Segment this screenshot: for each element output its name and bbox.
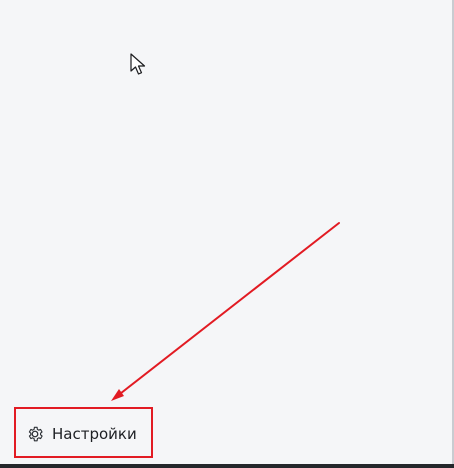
gear-icon: [28, 426, 43, 442]
bottom-bar: [0, 464, 454, 468]
settings-label: Настройки: [52, 425, 137, 443]
desktop-screen: Настройки: [0, 0, 454, 468]
arrow-icon: [115, 222, 340, 398]
annotation-overlay: [111, 222, 340, 401]
arrow-head-icon: [111, 389, 124, 401]
sidebar-item-settings[interactable]: Настройки: [14, 407, 153, 458]
settings-item-content: Настройки: [26, 425, 137, 443]
mouse-cursor-icon: [130, 53, 146, 75]
